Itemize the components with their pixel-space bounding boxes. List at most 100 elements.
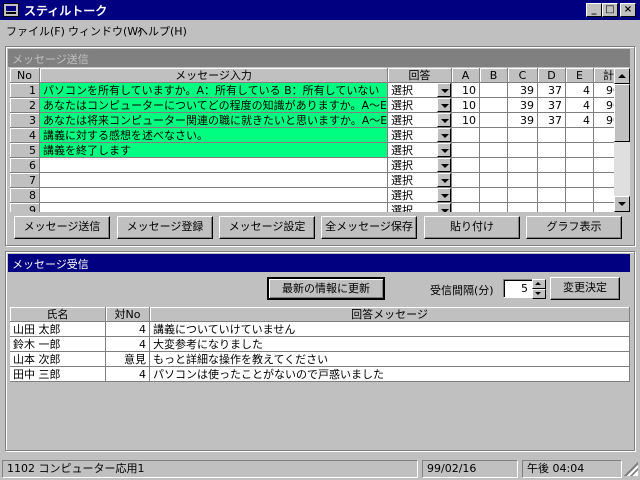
apply-interval-button[interactable]: 変更決定: [550, 277, 620, 300]
receive-cell-name[interactable]: 鈴木 一郎: [10, 337, 106, 352]
paste-button[interactable]: 貼り付け: [424, 216, 520, 239]
tally-cell-c[interactable]: [508, 158, 538, 173]
tally-cell-e[interactable]: 4: [566, 113, 594, 128]
dropdown-arrow-icon[interactable]: [437, 113, 451, 127]
dropdown-arrow-icon[interactable]: [437, 188, 451, 202]
tally-cell-b[interactable]: [480, 83, 508, 98]
tally-cell-e[interactable]: 4: [566, 83, 594, 98]
interval-input[interactable]: 5: [503, 279, 533, 298]
tally-cell-d[interactable]: 37: [538, 83, 566, 98]
tally-cell-b[interactable]: [480, 128, 508, 143]
tally-cell-b[interactable]: [480, 158, 508, 173]
tally-cell-d[interactable]: [538, 143, 566, 158]
minimize-button[interactable]: _: [586, 3, 602, 17]
message-input-cell[interactable]: 講義に対する感想を述べなさい。: [40, 128, 388, 143]
tally-cell-b[interactable]: [480, 113, 508, 128]
tally-cell-d[interactable]: [538, 158, 566, 173]
dropdown-arrow-icon[interactable]: [437, 128, 451, 142]
tally-cell-e[interactable]: [566, 128, 594, 143]
tally-cell-a[interactable]: [452, 173, 480, 188]
receive-cell-target[interactable]: 4: [106, 367, 150, 382]
scroll-thumb[interactable]: [614, 84, 630, 142]
menu-window[interactable]: ウィンドウ(W): [68, 23, 142, 39]
tally-cell-d[interactable]: 37: [538, 113, 566, 128]
answer-select[interactable]: 選択: [388, 158, 452, 173]
dropdown-arrow-icon[interactable]: [437, 98, 451, 112]
tally-cell-c[interactable]: 39: [508, 113, 538, 128]
tally-cell-e[interactable]: [566, 143, 594, 158]
answer-select[interactable]: 選択: [388, 113, 452, 128]
receive-cell-reply[interactable]: 講義についていけていません: [150, 322, 630, 337]
tally-cell-b[interactable]: [480, 188, 508, 203]
tally-cell-a[interactable]: 10: [452, 113, 480, 128]
tally-cell-a[interactable]: 10: [452, 98, 480, 113]
dropdown-arrow-icon[interactable]: [437, 83, 451, 97]
interval-spinner[interactable]: [532, 279, 546, 299]
tally-cell-a[interactable]: 10: [452, 83, 480, 98]
tally-cell-d[interactable]: [538, 173, 566, 188]
spin-down-arrow-icon[interactable]: [532, 289, 546, 299]
send-message-button[interactable]: メッセージ送信: [14, 216, 110, 239]
dropdown-arrow-icon[interactable]: [437, 173, 451, 187]
tally-cell-c[interactable]: [508, 188, 538, 203]
message-input-cell[interactable]: パソコンを所有していますか。A：所有している B：所有していない: [40, 83, 388, 98]
maximize-button[interactable]: □: [602, 3, 618, 17]
message-input-cell[interactable]: あなたは将来コンピューター関連の職に就きたいと思いますか。A～E：: [40, 113, 388, 128]
dropdown-arrow-icon[interactable]: [437, 203, 451, 212]
scroll-down-arrow-icon[interactable]: [614, 196, 630, 212]
receive-cell-reply[interactable]: 大変参考になりました: [150, 337, 630, 352]
receive-message-grid[interactable]: 氏名 対No 回答メッセージ 山田 太郎 4 講義についていけていません 鈴木 一郎 4 大変参…: [10, 307, 630, 445]
receive-cell-reply[interactable]: パソコンは使ったことがないので戸惑いました: [150, 367, 630, 382]
save-all-messages-button[interactable]: 全メッセージ保存: [321, 216, 417, 239]
tally-cell-d[interactable]: 37: [538, 98, 566, 113]
receive-cell-reply[interactable]: もっと詳細な操作を教えてください: [150, 352, 630, 367]
tally-cell-d[interactable]: [538, 203, 566, 212]
send-message-grid[interactable]: No メッセージ入力 回答 A B C D E 計 1 パソコンを所有していますか。A：所有している…: [10, 68, 630, 212]
menu-file[interactable]: ファイル(F): [6, 23, 65, 39]
receive-cell-target[interactable]: 4: [106, 337, 150, 352]
tally-cell-c[interactable]: [508, 203, 538, 212]
tally-cell-a[interactable]: [452, 128, 480, 143]
message-settings-button[interactable]: メッセージ設定: [219, 216, 315, 239]
tally-cell-a[interactable]: [452, 203, 480, 212]
tally-cell-e[interactable]: [566, 158, 594, 173]
receive-cell-target[interactable]: 4: [106, 322, 150, 337]
answer-select[interactable]: 選択: [388, 128, 452, 143]
dropdown-arrow-icon[interactable]: [437, 158, 451, 172]
resize-grip-icon[interactable]: [624, 462, 638, 476]
tally-cell-e[interactable]: [566, 188, 594, 203]
scroll-up-arrow-icon[interactable]: [614, 68, 630, 84]
close-button[interactable]: ×: [620, 3, 636, 17]
tally-cell-a[interactable]: [452, 143, 480, 158]
register-message-button[interactable]: メッセージ登録: [117, 216, 213, 239]
answer-select[interactable]: 選択: [388, 188, 452, 203]
answer-select[interactable]: 選択: [388, 83, 452, 98]
answer-select[interactable]: 選択: [388, 203, 452, 212]
tally-cell-a[interactable]: [452, 158, 480, 173]
tally-cell-e[interactable]: 4: [566, 98, 594, 113]
message-input-cell[interactable]: [40, 188, 388, 203]
tally-cell-c[interactable]: 39: [508, 83, 538, 98]
receive-cell-name[interactable]: 田中 三郎: [10, 367, 106, 382]
tally-cell-a[interactable]: [452, 188, 480, 203]
message-input-cell[interactable]: [40, 173, 388, 188]
send-grid-scrollbar[interactable]: [614, 68, 630, 212]
message-input-cell[interactable]: [40, 158, 388, 173]
message-input-cell[interactable]: あなたはコンピューターについてどの程度の知識がありますか。A～E：: [40, 98, 388, 113]
tally-cell-c[interactable]: 39: [508, 98, 538, 113]
receive-cell-name[interactable]: 山本 次郎: [10, 352, 106, 367]
title-bar[interactable]: スティルトーク _ □ ×: [0, 0, 640, 20]
tally-cell-c[interactable]: [508, 173, 538, 188]
receive-cell-name[interactable]: 山田 太郎: [10, 322, 106, 337]
tally-cell-b[interactable]: [480, 173, 508, 188]
tally-cell-d[interactable]: [538, 128, 566, 143]
tally-cell-e[interactable]: [566, 203, 594, 212]
tally-cell-d[interactable]: [538, 188, 566, 203]
tally-cell-b[interactable]: [480, 143, 508, 158]
tally-cell-b[interactable]: [480, 98, 508, 113]
tally-cell-c[interactable]: [508, 143, 538, 158]
dropdown-arrow-icon[interactable]: [437, 143, 451, 157]
show-graph-button[interactable]: グラフ表示: [526, 216, 622, 239]
refresh-button[interactable]: 最新の情報に更新: [267, 277, 385, 300]
message-input-cell[interactable]: 講義を終了します: [40, 143, 388, 158]
